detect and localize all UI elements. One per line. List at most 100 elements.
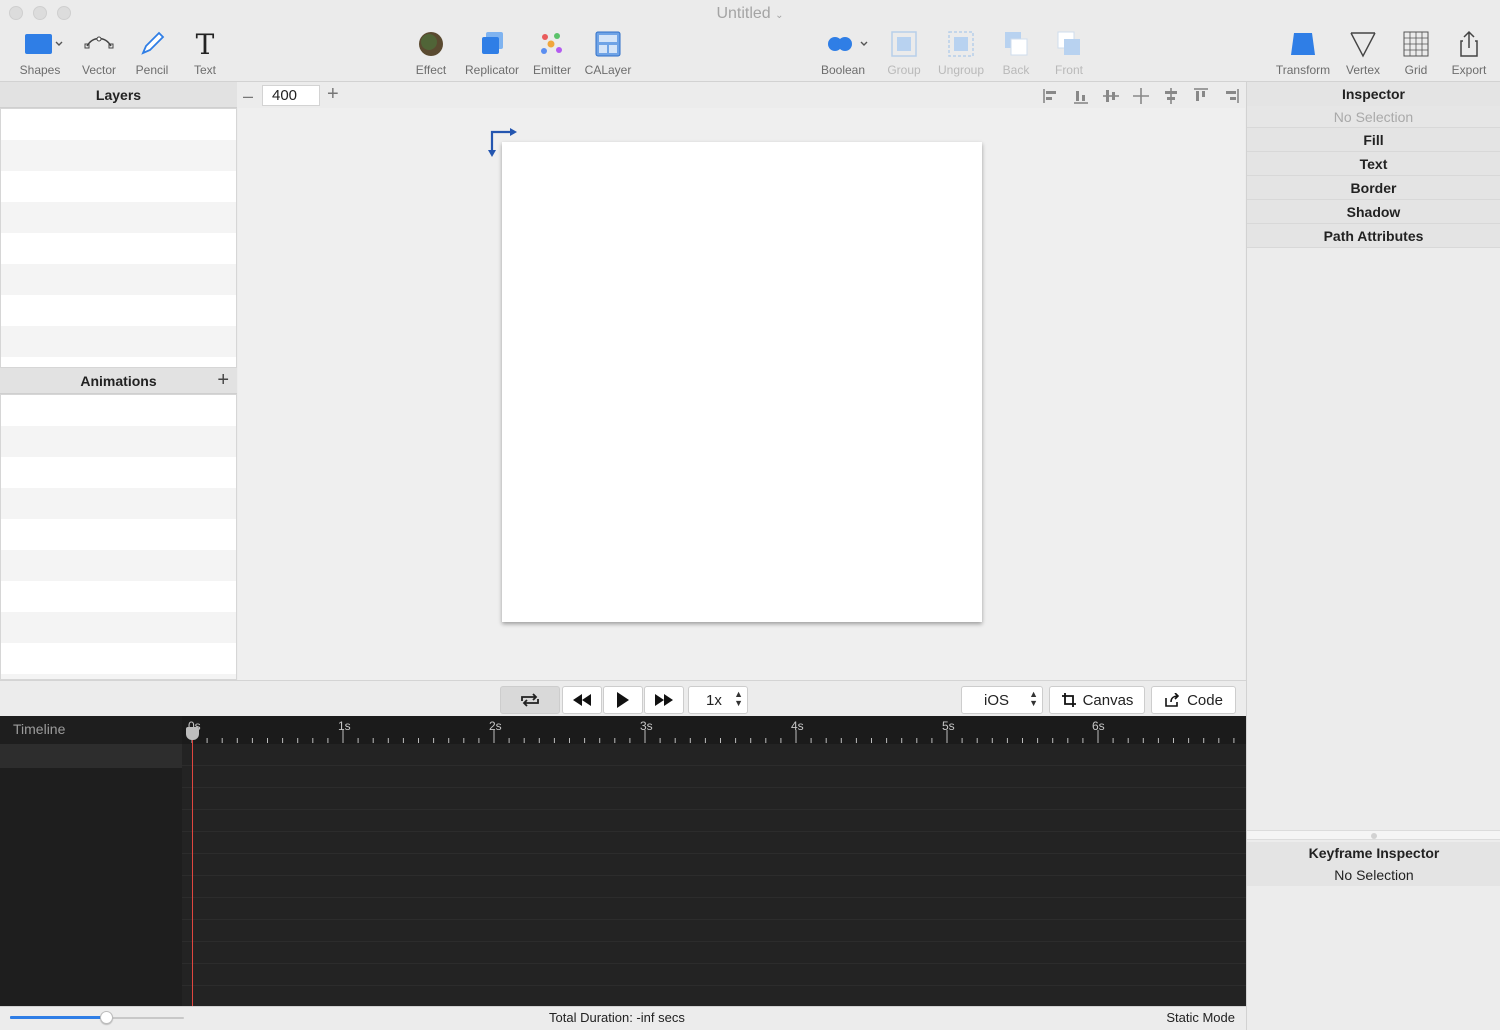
boolean-button[interactable]: Boolean (816, 28, 870, 78)
align-center-icon[interactable] (1132, 87, 1150, 105)
text-T-icon: T (195, 27, 215, 61)
text-tool-label: Text (193, 63, 216, 77)
canvas-button-label: Canvas (1082, 691, 1134, 709)
inspector-section-text[interactable]: Text (1247, 152, 1500, 176)
fast-forward-button[interactable] (644, 686, 684, 714)
inspector-section-border[interactable]: Border (1247, 176, 1500, 200)
inspector-selection: No Selection (1247, 106, 1500, 128)
bezier-icon (83, 28, 115, 60)
code-button-label: Code (1187, 691, 1223, 709)
stepper-icon: ▲ ▼ (1029, 689, 1038, 708)
align-top-icon[interactable] (1192, 87, 1210, 105)
inspector-title: Inspector (1247, 82, 1500, 106)
align-left-icon[interactable] (1042, 87, 1060, 105)
grid-label: Grid (1404, 63, 1428, 77)
effect-label: Effect (415, 63, 447, 77)
code-button[interactable]: Code (1151, 686, 1236, 714)
slider-knob[interactable] (99, 1011, 113, 1024)
platform-select[interactable]: iOS ▲ ▼ (961, 686, 1043, 714)
rewind-icon (573, 694, 591, 706)
calayer-label: CALayer (584, 63, 632, 77)
mode-label: Static Mode (1166, 1010, 1235, 1025)
share-icon (1455, 28, 1483, 60)
loop-button[interactable] (500, 686, 560, 714)
back-label: Back (1002, 63, 1030, 77)
emitter-label: Emitter (532, 63, 571, 77)
share-icon (1165, 693, 1180, 707)
playhead-line (192, 738, 193, 1006)
bring-front-icon (1054, 28, 1084, 60)
platform-value: iOS (984, 691, 1010, 709)
group-icon (889, 28, 919, 60)
ungroup-label: Ungroup (937, 63, 985, 77)
timeline-ruler[interactable]: 0s 1s 2s 3s 4s 5s 6s (182, 716, 1246, 744)
play-button[interactable] (603, 686, 643, 714)
layers-list[interactable] (0, 108, 237, 368)
replicator-button[interactable]: Replicator (462, 28, 522, 78)
send-back-button[interactable]: Back (998, 28, 1034, 78)
timeline-tracks-panel: Timeline (0, 716, 182, 1006)
zoom-out-icon[interactable]: – (243, 86, 253, 107)
align-vertical-center-icon[interactable] (1102, 87, 1120, 105)
ungroup-button[interactable]: Ungroup (934, 28, 988, 78)
layers-title: Layers (95, 86, 142, 103)
playhead-handle[interactable] (186, 727, 199, 740)
boolean-label: Boolean (820, 63, 866, 77)
send-back-icon (1001, 28, 1031, 60)
layers-header: Layers (0, 82, 237, 108)
speed-select[interactable]: 1x ▲ ▼ (688, 686, 748, 714)
export-label: Export (1451, 63, 1487, 77)
timeline-zoom-slider[interactable] (10, 1011, 184, 1024)
replicator-label: Replicator (464, 63, 520, 77)
align-right-icon[interactable] (1222, 87, 1240, 105)
align-bottom-icon[interactable] (1072, 87, 1090, 105)
bring-front-button[interactable]: Front (1050, 28, 1088, 78)
loop-icon (521, 693, 539, 707)
canvas-button[interactable]: Canvas (1049, 686, 1145, 714)
tick-label: 4s (791, 719, 804, 733)
rewind-button[interactable] (562, 686, 602, 714)
emitter-button[interactable]: Emitter (530, 28, 574, 78)
tick-label: 5s (942, 719, 955, 733)
artboard[interactable] (502, 142, 982, 622)
animations-list[interactable] (0, 394, 237, 680)
calayer-button[interactable]: CALayer (582, 28, 634, 78)
inspector-section-path-attributes[interactable]: Path Attributes (1247, 224, 1500, 248)
pencil-icon (137, 28, 167, 60)
zoom-field[interactable]: 400 (262, 85, 320, 106)
tick-label: 1s (338, 719, 351, 733)
emitter-icon (537, 28, 567, 60)
align-horizontal-center-icon[interactable] (1162, 87, 1180, 105)
vector-button[interactable]: Vector (76, 28, 122, 78)
timeline-rows[interactable] (182, 744, 1246, 1006)
add-animation-icon[interactable]: + (217, 369, 229, 392)
replicator-icon (477, 28, 507, 60)
timeline-track-row[interactable] (0, 744, 182, 768)
timeline[interactable]: 0s 1s 2s 3s 4s 5s 6s (182, 716, 1246, 1006)
transform-button[interactable]: Transform (1272, 28, 1334, 78)
window-title[interactable]: Untitled ⌄ (0, 5, 1500, 23)
export-button[interactable]: Export (1448, 28, 1490, 78)
vertex-button[interactable]: Vertex (1342, 28, 1384, 78)
slider-fill (10, 1016, 106, 1019)
zoom-in-icon[interactable]: + (327, 83, 339, 106)
rectangle-icon (17, 28, 63, 60)
inspector-section-fill[interactable]: Fill (1247, 128, 1500, 152)
grid-button[interactable]: Grid (1398, 28, 1434, 78)
speed-value: 1x (706, 691, 722, 709)
animations-title: Animations (80, 372, 157, 389)
inspector-section-shadow[interactable]: Shadow (1247, 200, 1500, 224)
inspector-panel: Inspector No Selection Fill Text Border … (1246, 82, 1500, 1030)
canvas-zoom-bar (238, 82, 1245, 108)
group-label: Group (887, 63, 921, 77)
vector-label: Vector (81, 63, 117, 77)
stepper-icon: ▲ ▼ (734, 689, 743, 708)
split-divider[interactable] (1247, 830, 1500, 840)
pencil-button[interactable]: Pencil (130, 28, 174, 78)
text-tool-button[interactable]: T Text (186, 28, 224, 78)
tick-label: 3s (640, 719, 653, 733)
group-button[interactable]: Group (884, 28, 924, 78)
effect-button[interactable]: Effect (410, 28, 452, 78)
shapes-button[interactable]: Shapes (14, 28, 66, 78)
status-bar: Total Duration: -inf secs Static Mode (0, 1006, 1246, 1030)
